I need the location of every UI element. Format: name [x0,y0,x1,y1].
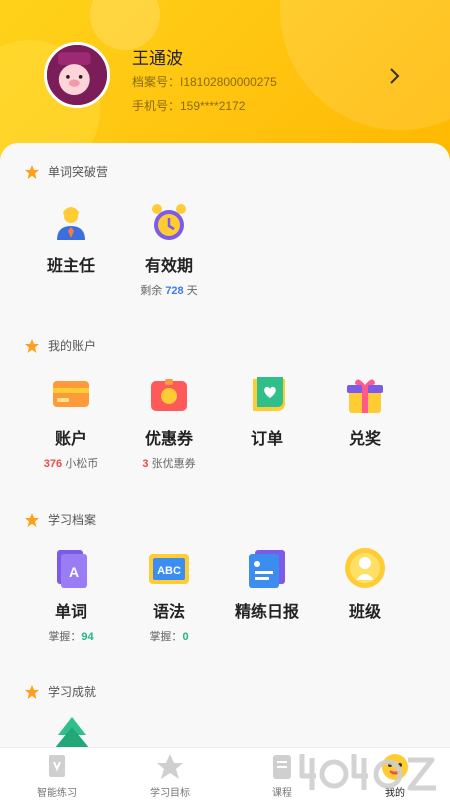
user-name: 王通波 [132,49,183,68]
svg-text:A: A [69,564,79,580]
star-icon [25,684,39,699]
tab-study-goal[interactable]: 学习目标 [130,752,210,799]
account-coins: 376 小松币 [43,458,99,470]
practice-icon [49,755,65,777]
coupon-icon [151,379,187,411]
grid-item-coupon[interactable]: 优惠券 3 张优惠券 [119,373,219,471]
validity-remaining: 剩余 728 天 [140,285,198,297]
grid-item-validity[interactable]: 有效期 剩余 728 天 [119,200,219,298]
grid-item-label: 单词 [54,604,87,621]
grid-item-teacher[interactable]: 班主任 [21,200,121,276]
section-title-archive: 学习档案 [24,511,96,528]
grid-item-orders[interactable]: 订单 [217,373,317,449]
class-badge-icon [345,548,385,588]
grid-item-label: 兑奖 [348,431,381,448]
phone-number: 手机号：159****2172 [132,99,246,113]
grid-item-label: 订单 [250,431,283,448]
grid-item-account[interactable]: 账户 376 小松币 [21,373,121,471]
grammar-mastered: 掌握：0 [149,631,189,643]
chevron-right-icon[interactable] [388,66,402,86]
section-title-text: 我的账户 [48,339,97,353]
wallet-card-icon [53,381,89,407]
grid-item-label: 有效期 [144,258,193,275]
main-panel: 单词突破营 班主任 有效期 剩余 728 天 我的账户 账户 376 小松币 优… [0,143,450,747]
tab-smart-practice[interactable]: 智能练习 [17,752,97,799]
star-icon [25,164,39,179]
abc-board-icon: ABC [149,554,189,584]
grid-item-words[interactable]: A 单词 掌握：94 [21,546,121,644]
grid-item-class[interactable]: 班级 [315,546,415,622]
archive-number: 档案号：I18102800000275 [132,75,277,89]
star-icon [25,338,39,353]
avatar[interactable] [44,42,110,108]
report-icon [249,550,285,588]
tree-icon[interactable] [52,715,92,747]
section-title-text: 学习档案 [48,513,97,527]
coupon-count: 3 张优惠券 [142,458,196,470]
grid-item-grammar[interactable]: ABC 语法 掌握：0 [119,546,219,644]
course-icon [273,755,291,779]
gift-icon [347,379,383,413]
teacher-icon [57,207,85,240]
words-mastered: 掌握：94 [48,631,94,643]
section-title-camp: 单词突破营 [24,163,108,180]
order-heart-icon [253,377,285,411]
section-title-achievement: 学习成就 [24,683,96,700]
section-title-account: 我的账户 [24,337,96,354]
tab-label: 学习目标 [150,788,190,799]
grid-item-label: 账户 [54,431,87,448]
section-title-text: 学习成就 [48,685,97,699]
grid-item-label: 精练日报 [234,604,299,621]
star-icon [25,512,39,527]
watermark-logo [299,754,436,791]
alarm-clock-icon [152,204,186,240]
grid-item-label: 班级 [348,604,381,621]
star-icon [157,754,183,779]
grid-item-label: 班主任 [46,258,95,275]
grid-item-label: 优惠券 [144,431,193,448]
grid-item-label: 语法 [152,604,185,621]
section-title-text: 单词突破营 [48,165,109,179]
avatar-face-icon [47,45,107,105]
word-book-icon: A [57,550,87,588]
grid-item-daily-report[interactable]: 精练日报 [217,546,317,622]
grid-item-redeem[interactable]: 兑奖 [315,373,415,449]
svg-text:ABC: ABC [157,565,181,577]
tab-label: 智能练习 [37,788,77,799]
